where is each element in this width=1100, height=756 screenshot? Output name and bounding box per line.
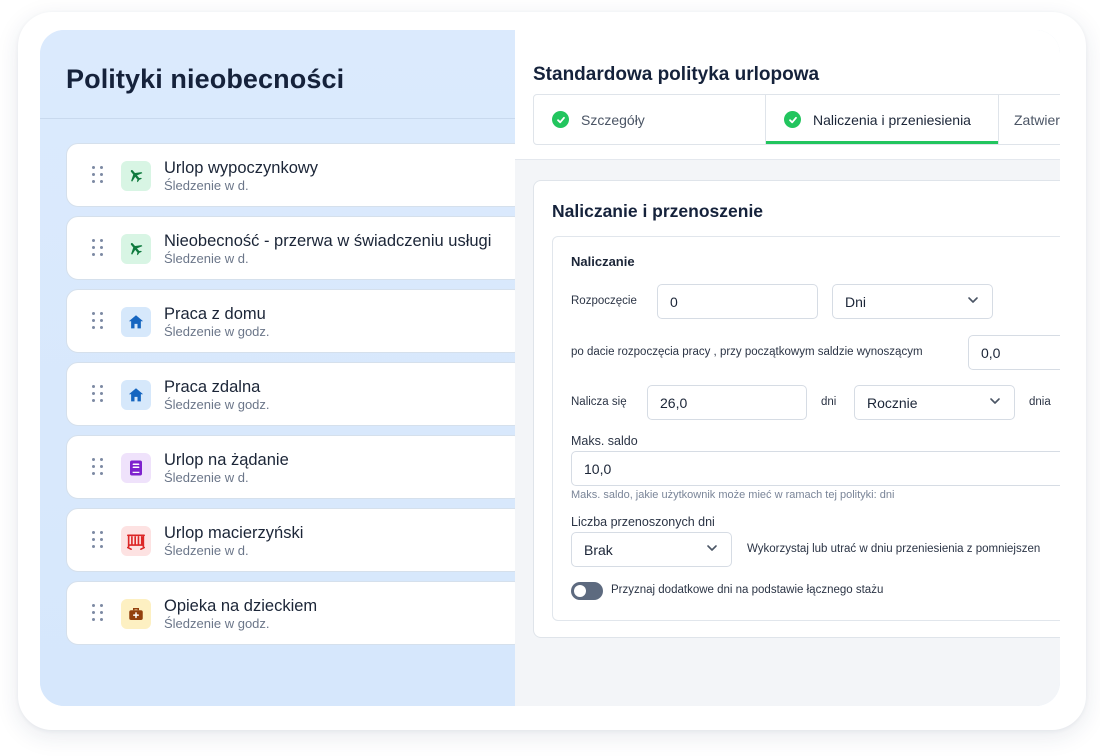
accrual-form: Naliczanie Rozpoczęcie Dni po dacie rozp… [552, 236, 1060, 621]
airplane-icon [121, 234, 151, 264]
drag-handle-icon[interactable] [92, 604, 104, 624]
frequency-select[interactable]: Rocznie [854, 385, 1015, 420]
policy-item[interactable]: Nieobecność - przerwa w świadczeniu usłu… [66, 216, 526, 280]
tab-details[interactable]: Szczegóły [552, 95, 645, 144]
crib-icon [121, 526, 151, 556]
accrual-heading: Naliczanie [571, 254, 635, 269]
drag-handle-icon[interactable] [92, 385, 104, 405]
tab-accruals[interactable]: Naliczenia i przeniesienia [784, 95, 971, 144]
home-icon [121, 380, 151, 410]
policy-name: Urlop macierzyński [164, 524, 304, 542]
divider [40, 118, 515, 119]
tab-label: Naliczenia i przeniesienia [813, 111, 971, 128]
policy-item[interactable]: Urlop na żądanie Śledzenie w d. [66, 435, 526, 499]
start-label: Rozpoczęcie [571, 295, 637, 307]
initial-balance-input[interactable] [968, 335, 1060, 370]
select-value: Rocznie [867, 394, 918, 411]
policy-tracking: Śledzenie w d. [164, 543, 249, 558]
carryover-hint: Wykorzystaj lub utrać w dniu przeniesien… [747, 543, 1041, 555]
policy-item[interactable]: Praca zdalna Śledzenie w godz. [66, 362, 526, 426]
policy-name: Opieka na dzieckiem [164, 597, 318, 615]
policy-list-title: Polityki nieobecności [66, 64, 345, 94]
policy-list-panel: Polityki nieobecności Urlop wypoczynkowy… [40, 30, 526, 706]
medical-kit-icon [121, 599, 151, 629]
carryover-select[interactable]: Brak [571, 532, 732, 567]
tab-separator [765, 95, 766, 144]
toggle-knob [574, 585, 586, 597]
after-start-label: po dacie rozpoczęcia pracy , przy począt… [571, 346, 923, 358]
seniority-toggle-label: Przyznaj dodatkowe dni na podstawie łącz… [611, 584, 884, 596]
policy-item[interactable]: Praca z domu Śledzenie w godz. [66, 289, 526, 353]
carryover-label: Liczba przenoszonych dni [571, 515, 715, 529]
policy-detail-panel: Standardowa polityka urlopowa Szczegóły … [515, 30, 1060, 706]
policy-tracking: Śledzenie w godz. [164, 324, 270, 339]
home-icon [121, 307, 151, 337]
drag-handle-icon[interactable] [92, 458, 104, 478]
policy-title: Standardowa polityka urlopowa [533, 64, 820, 85]
chevron-down-icon [705, 541, 719, 558]
policy-name: Praca zdalna [164, 378, 261, 396]
app-window: Polityki nieobecności Urlop wypoczynkowy… [40, 30, 1060, 706]
section-title: Naliczanie i przenoszenie [552, 201, 764, 221]
day-label: dnia [1029, 396, 1051, 408]
policy-tracking: Śledzenie w d. [164, 251, 249, 266]
accrues-label: Nalicza się [571, 396, 627, 408]
accrual-section: Naliczanie i przenoszenie Naliczanie Roz… [533, 180, 1060, 638]
policy-name: Urlop wypoczynkowy [164, 159, 319, 177]
seniority-toggle[interactable] [571, 582, 603, 600]
policy-item[interactable]: Urlop macierzyński Śledzenie w d. [66, 508, 526, 572]
accrual-amount-input[interactable] [647, 385, 807, 420]
book-icon [121, 453, 151, 483]
max-balance-label: Maks. saldo [571, 434, 638, 448]
chevron-down-icon [966, 293, 980, 310]
check-circle-icon [784, 111, 801, 128]
policy-tracking: Śledzenie w d. [164, 178, 249, 193]
select-value: Dni [845, 293, 867, 310]
days-label: dni [821, 396, 837, 408]
select-value: Brak [584, 541, 613, 558]
policy-name: Nieobecność - przerwa w świadczeniu usłu… [164, 232, 492, 250]
policy-item[interactable]: Urlop wypoczynkowy Śledzenie w d. [66, 143, 526, 207]
start-unit-select[interactable]: Dni [832, 284, 993, 319]
policy-tracking: Śledzenie w d. [164, 470, 249, 485]
tab-approval[interactable]: Zatwier [1014, 95, 1060, 144]
step-tabs: Szczegóły Naliczenia i przeniesienia Zat… [533, 94, 1060, 145]
policy-tracking: Śledzenie w godz. [164, 397, 270, 412]
start-input[interactable] [657, 284, 818, 319]
drag-handle-icon[interactable] [92, 166, 104, 186]
policy-item[interactable]: Opieka na dzieckiem Śledzenie w godz. [66, 581, 526, 645]
tab-label: Szczegóły [581, 111, 645, 128]
chevron-down-icon [988, 394, 1002, 411]
drag-handle-icon[interactable] [92, 239, 104, 259]
tab-separator [998, 95, 999, 144]
drag-handle-icon[interactable] [92, 312, 104, 332]
policy-name: Urlop na żądanie [164, 451, 289, 469]
policy-tracking: Śledzenie w godz. [164, 616, 270, 631]
max-balance-hint: Maks. saldo, jakie użytkownik może mieć … [571, 489, 895, 501]
active-tab-indicator [766, 141, 998, 144]
tab-label: Zatwier [1014, 111, 1060, 128]
airplane-icon [121, 161, 151, 191]
detail-header: Standardowa polityka urlopowa Szczegóły … [515, 30, 1060, 160]
max-balance-input[interactable] [571, 451, 1060, 486]
policy-name: Praca z domu [164, 305, 266, 323]
check-circle-icon [552, 111, 569, 128]
drag-handle-icon[interactable] [92, 531, 104, 551]
